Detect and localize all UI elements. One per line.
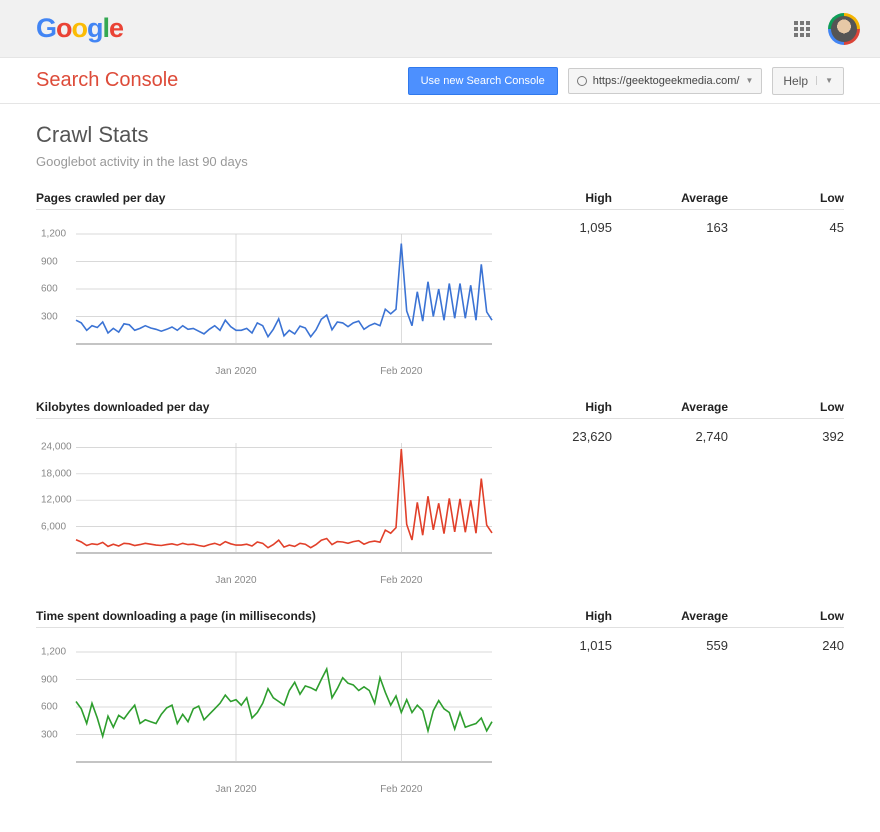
- product-bar: Search Console Use new Search Console ht…: [0, 58, 880, 104]
- chart: 3006009001,200: [36, 224, 496, 364]
- chevron-down-icon: ▼: [745, 76, 753, 85]
- stat-header-low: Low: [728, 609, 844, 623]
- metric-title: Pages crawled per day: [36, 191, 496, 205]
- metric-block: Time spent downloading a page (in millis…: [36, 609, 844, 796]
- stat-header-average: Average: [612, 400, 728, 414]
- top-bar: Google: [0, 0, 880, 58]
- stat-header-average: Average: [612, 609, 728, 623]
- stat-low: 45: [728, 220, 844, 378]
- stat-header-high: High: [496, 400, 612, 414]
- page-subtitle: Googlebot activity in the last 90 days: [36, 154, 844, 169]
- apps-grid-icon[interactable]: [794, 21, 810, 37]
- stat-high: 1,095: [496, 220, 612, 378]
- chart: 3006009001,200: [36, 642, 496, 782]
- stat-average: 2,740: [612, 429, 728, 587]
- stat-average: 559: [612, 638, 728, 796]
- metric-block: Pages crawled per dayHighAverageLow 30060…: [36, 191, 844, 378]
- stat-average: 163: [612, 220, 728, 378]
- stat-header-average: Average: [612, 191, 728, 205]
- chevron-down-icon: ▼: [816, 76, 833, 85]
- globe-icon: [577, 76, 587, 86]
- metric-block: Kilobytes downloaded per dayHighAverageL…: [36, 400, 844, 587]
- help-label: Help: [783, 74, 808, 88]
- stat-low: 240: [728, 638, 844, 796]
- chart: 6,00012,00018,00024,000: [36, 433, 496, 573]
- metric-title: Kilobytes downloaded per day: [36, 400, 496, 414]
- stat-header-high: High: [496, 609, 612, 623]
- help-button[interactable]: Help ▼: [772, 67, 844, 95]
- property-selector[interactable]: https://geektogeekmedia.com/ ▼: [568, 68, 763, 94]
- stat-high: 23,620: [496, 429, 612, 587]
- property-url: https://geektogeekmedia.com/: [593, 75, 740, 87]
- metric-title: Time spent downloading a page (in millis…: [36, 609, 496, 623]
- use-new-console-button[interactable]: Use new Search Console: [408, 67, 558, 95]
- stat-high: 1,015: [496, 638, 612, 796]
- stat-header-low: Low: [728, 191, 844, 205]
- product-title: Search Console: [36, 69, 178, 92]
- stat-header-low: Low: [728, 400, 844, 414]
- page-content: Crawl Stats Googlebot activity in the la…: [0, 104, 880, 814]
- google-logo[interactable]: Google: [36, 13, 123, 44]
- page-title: Crawl Stats: [36, 122, 844, 148]
- stat-low: 392: [728, 429, 844, 587]
- user-avatar[interactable]: [828, 13, 860, 45]
- stat-header-high: High: [496, 191, 612, 205]
